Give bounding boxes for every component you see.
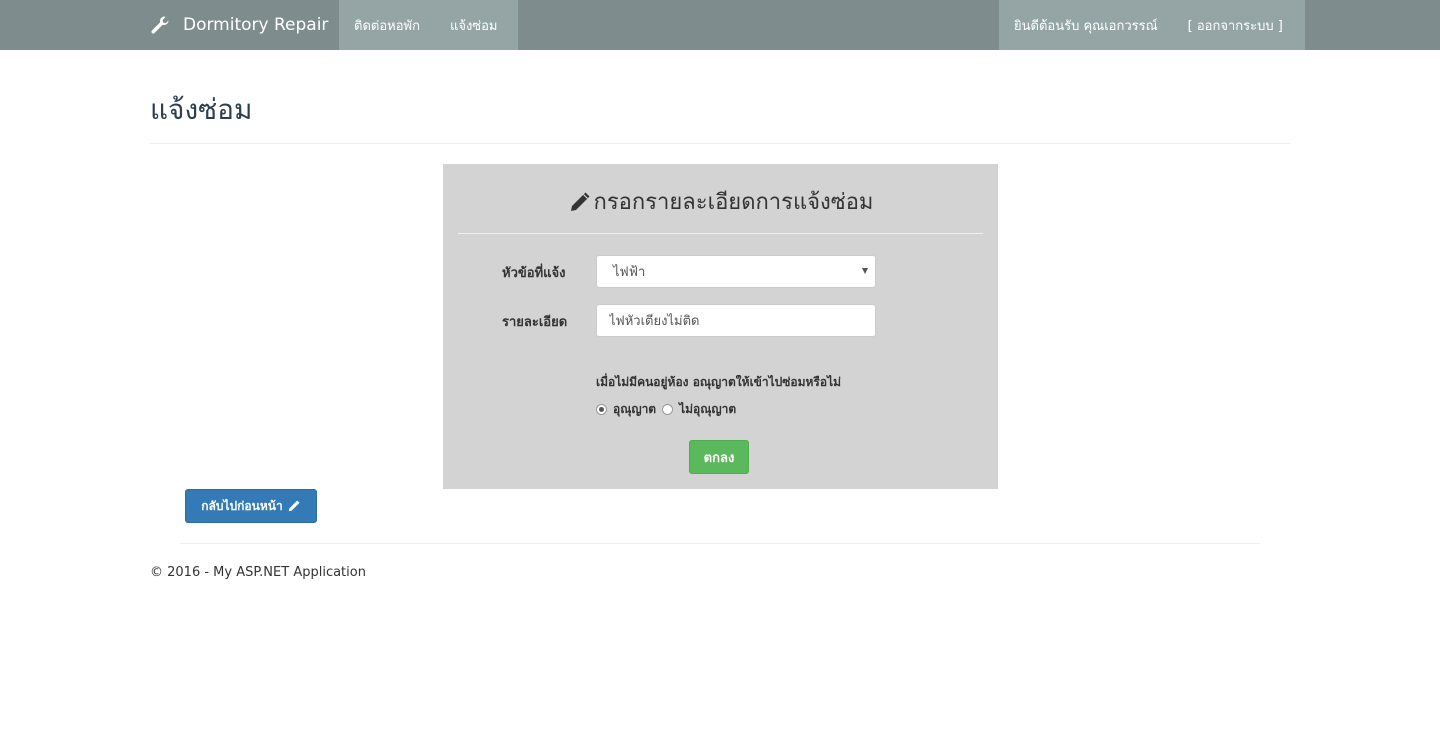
topic-label: หัวข้อที่แจ้ง [502, 266, 566, 281]
repair-form-panel: กรอกรายละเอียดการแจ้งซ่อม หัวข้อที่แจ้ง … [443, 164, 998, 489]
form-title-text: กรอกรายละเอียดการแจ้งซ่อม [593, 190, 874, 215]
welcome-user-link[interactable]: ยินดีต้อนรับ คุณเอกวรรณ์ [999, 0, 1173, 50]
form-divider [458, 233, 983, 234]
radio-allow[interactable] [596, 404, 607, 415]
wrench-icon [150, 15, 170, 35]
brand-link[interactable]: Dormitory Repair [150, 0, 328, 50]
detail-label: รายละเอียด [502, 315, 568, 330]
caret-down-icon [862, 268, 868, 274]
permission-question: เมื่อไม่มีคนอยู่ห้อง อณุญาตให้เข้าไปซ่อม… [596, 375, 842, 389]
radio-allow-label[interactable]: อุณุญาต [613, 400, 656, 419]
title-divider [150, 143, 1290, 144]
nav-left-group: ติดต่อหอพัก แจ้งซ่อม [339, 0, 518, 50]
radio-deny-label[interactable]: ไม่อุณุญาต [679, 400, 736, 419]
top-navbar: Dormitory Repair ติดต่อหอพัก แจ้งซ่อม ยิ… [0, 0, 1440, 50]
footer-divider [180, 543, 1260, 544]
detail-input[interactable] [596, 304, 876, 337]
pencil-icon [568, 190, 592, 214]
logout-link[interactable]: [ ออกจากระบบ ] [1173, 0, 1298, 50]
radio-deny[interactable] [662, 404, 674, 415]
topic-select-value: ไฟฟ้า [613, 265, 646, 280]
nav-item-repair[interactable]: แจ้งซ่อม [435, 0, 513, 50]
nav-right-group: ยินดีต้อนรับ คุณเอกวรรณ์ [ ออกจากระบบ ] [999, 0, 1305, 50]
form-title: กรอกรายละเอียดการแจ้งซ่อม [443, 184, 998, 219]
footer-text: © 2016 - My ASP.NET Application [150, 565, 366, 580]
nav-item-contact[interactable]: ติดต่อหอพัก [339, 0, 435, 50]
back-button-label: กลับไปก่อนหน้า [201, 498, 283, 513]
page-title: แจ้งซ่อม [150, 93, 253, 126]
topic-select[interactable]: ไฟฟ้า [596, 255, 876, 288]
permission-radio-group: อุณุญาต ไม่อุณุญาต [596, 400, 742, 419]
submit-button[interactable]: ตกลง [689, 440, 749, 474]
back-button[interactable]: กลับไปก่อนหน้า [185, 489, 317, 523]
brand-text: Dormitory Repair [183, 15, 329, 35]
pencil-icon [287, 499, 301, 513]
